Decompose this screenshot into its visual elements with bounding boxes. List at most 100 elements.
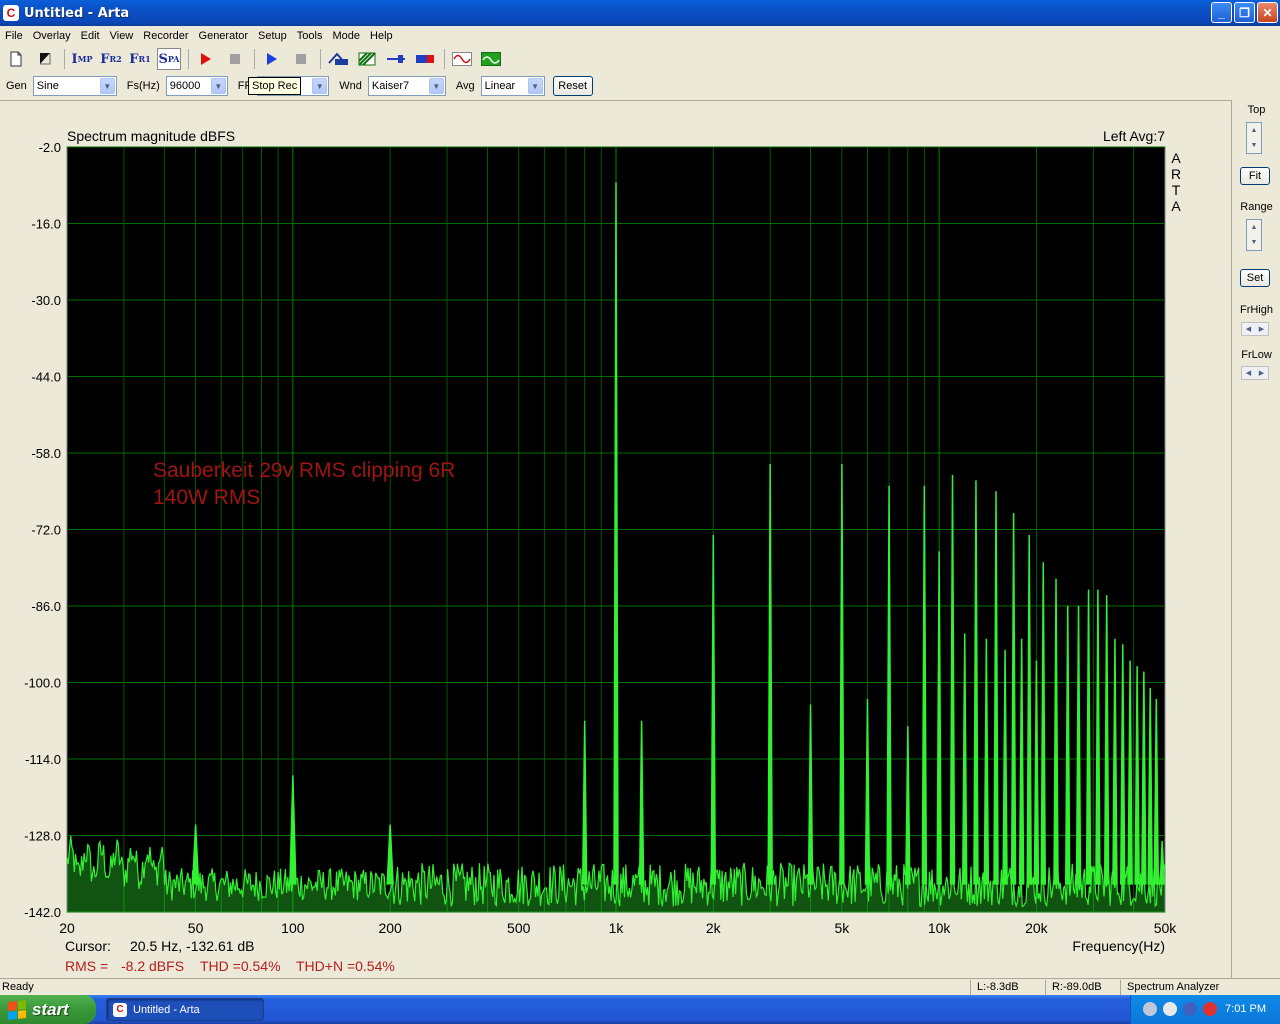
shield-icon[interactable] — [1203, 1002, 1217, 1016]
status-divider — [970, 980, 971, 995]
menu-view[interactable]: View — [105, 30, 139, 42]
window-select[interactable]: Kaiser7 ▼ — [367, 76, 446, 96]
stop-rec-tooltip: Stop Rec — [248, 77, 302, 95]
network-icon[interactable] — [1143, 1002, 1157, 1016]
record-icon[interactable] — [194, 48, 218, 70]
menu-recorder[interactable]: Recorder — [138, 30, 193, 42]
taskbar: start C Untitled - Arta 7:01 PM — [0, 995, 1280, 1024]
toolbar-separator — [444, 49, 445, 69]
averaging-select[interactable]: Linear ▼ — [480, 76, 545, 96]
chevron-down-icon[interactable]: ▼ — [312, 78, 328, 94]
y-tick-label: -142.0 — [24, 905, 61, 920]
fr2-mode-button[interactable]: F R2 — [99, 48, 123, 70]
app-icon: C — [3, 5, 19, 21]
sine-generator-icon[interactable] — [450, 48, 474, 70]
chevron-right-icon[interactable]: ▶ — [1259, 369, 1264, 377]
x-axis-label: Frequency(Hz) — [1072, 938, 1165, 954]
brand-letter: A — [1171, 150, 1181, 166]
fr1-big: F — [129, 51, 139, 67]
impulse-mode-button[interactable]: I MP — [70, 48, 94, 70]
speaker-icon[interactable] — [1163, 1002, 1177, 1016]
fr2-small: R2 — [109, 54, 122, 64]
frlow-spinner[interactable]: ◀ ▶ — [1241, 366, 1269, 380]
y-tick-label: -114.0 — [25, 752, 61, 767]
menu-mode[interactable]: Mode — [327, 30, 365, 42]
open-icon[interactable] — [33, 48, 57, 70]
menu-generator[interactable]: Generator — [194, 30, 254, 42]
play-icon[interactable] — [260, 48, 284, 70]
frlow-label: FrLow — [1241, 349, 1272, 361]
stop-record-icon[interactable] — [223, 48, 247, 70]
taskbar-item-arta[interactable]: C Untitled - Arta — [106, 998, 264, 1021]
maximize-button[interactable]: ❐ — [1234, 2, 1255, 23]
fr1-mode-button[interactable]: F R1 — [128, 48, 152, 70]
reset-button[interactable]: Reset — [552, 76, 593, 96]
x-tick-label: 50k — [1154, 920, 1178, 936]
chevron-right-icon[interactable]: ▶ — [1259, 325, 1264, 333]
close-button[interactable]: ✕ — [1257, 2, 1278, 23]
chevron-down-icon[interactable]: ▼ — [527, 78, 543, 94]
start-button[interactable]: start — [0, 995, 96, 1024]
minimize-button[interactable]: _ — [1211, 2, 1232, 23]
menu-overlay[interactable]: Overlay — [28, 30, 76, 42]
brand-letter: A — [1171, 198, 1181, 214]
toolbar-separator — [320, 49, 321, 69]
chevron-left-icon[interactable]: ◀ — [1246, 325, 1251, 333]
range-spinner[interactable]: ▲ ▼ — [1246, 219, 1262, 251]
signal-icon[interactable] — [479, 48, 503, 70]
chevron-left-icon[interactable]: ◀ — [1246, 369, 1251, 377]
toolbar-separator — [188, 49, 189, 69]
security-icon[interactable] — [1183, 1002, 1197, 1016]
toolbar-separator — [254, 49, 255, 69]
spectrum-chart[interactable]: -2.0 -16.0 -30.0 -44.0 -58.0 -72.0 -86.0 -100.0… — [0, 101, 1231, 979]
hatch-icon[interactable] — [355, 48, 379, 70]
menu-edit[interactable]: Edit — [76, 30, 105, 42]
new-file-icon[interactable] — [4, 48, 28, 70]
spin-down-icon[interactable]: ▼ — [1247, 138, 1261, 153]
y-tick-label: -2.0 — [39, 140, 61, 155]
spa-mode-button[interactable]: S PA — [157, 48, 181, 70]
fit-button[interactable]: Fit — [1240, 167, 1270, 185]
x-tick-label: 20k — [1025, 920, 1049, 936]
frhigh-spinner[interactable]: ◀ ▶ — [1241, 322, 1269, 336]
chevron-down-icon[interactable]: ▼ — [210, 78, 226, 94]
stop-play-icon[interactable] — [289, 48, 313, 70]
title-bar: C Untitled - Arta _ ❐ ✕ — [0, 0, 1280, 26]
x-tick-label: 500 — [507, 920, 531, 936]
menu-tools[interactable]: Tools — [292, 30, 328, 42]
y-tick-label: -30.0 — [31, 293, 61, 308]
x-tick-label: 5k — [834, 920, 850, 936]
y-tick-label: -128.0 — [24, 829, 61, 844]
level-meter-icon[interactable] — [413, 48, 437, 70]
spectrum-plot-area[interactable]: -2.0 -16.0 -30.0 -44.0 -58.0 -72.0 -86.0 -100.0… — [0, 100, 1231, 978]
range-label: Range — [1240, 201, 1273, 213]
set-button[interactable]: Set — [1240, 269, 1270, 287]
chevron-down-icon[interactable]: ▼ — [428, 78, 444, 94]
x-tick-label: 2k — [706, 920, 722, 936]
spin-up-icon[interactable]: ▲ — [1247, 220, 1261, 235]
status-divider — [1120, 980, 1121, 995]
status-divider — [1045, 980, 1046, 995]
spin-down-icon[interactable]: ▼ — [1247, 235, 1261, 250]
x-tick-label: 100 — [281, 920, 305, 936]
status-bar: Ready L:-8.3dB R:-89.0dB Spectrum Analyz… — [0, 978, 1280, 995]
wnd-label: Wnd — [339, 80, 362, 92]
slider-icon[interactable] — [384, 48, 408, 70]
y-tick-label: -44.0 — [31, 370, 61, 385]
menu-help[interactable]: Help — [365, 30, 398, 42]
menu-setup[interactable]: Setup — [253, 30, 292, 42]
y-tick-label: -16.0 — [31, 217, 61, 232]
sample-rate-select[interactable]: 96000 ▼ — [165, 76, 228, 96]
app-icon: C — [113, 1002, 127, 1017]
menu-file[interactable]: File — [0, 30, 28, 42]
chevron-down-icon[interactable]: ▼ — [99, 78, 115, 94]
generator-select[interactable]: Sine ▼ — [32, 76, 117, 96]
spin-up-icon[interactable]: ▲ — [1247, 123, 1261, 138]
top-spinner[interactable]: ▲ ▼ — [1246, 122, 1262, 154]
annotation-line1: Sauberkeit 29v RMS clipping 6R — [153, 459, 455, 482]
parameter-bar: Gen Sine ▼ Fs(Hz) 96000 ▼ FF ▼ Wnd Kaise… — [0, 73, 1280, 99]
avg-label: Avg — [455, 80, 475, 92]
brand-letter: R — [1171, 166, 1181, 182]
abc-icon[interactable] — [326, 48, 350, 70]
chart-title: Spectrum magnitude dBFS — [67, 128, 235, 144]
